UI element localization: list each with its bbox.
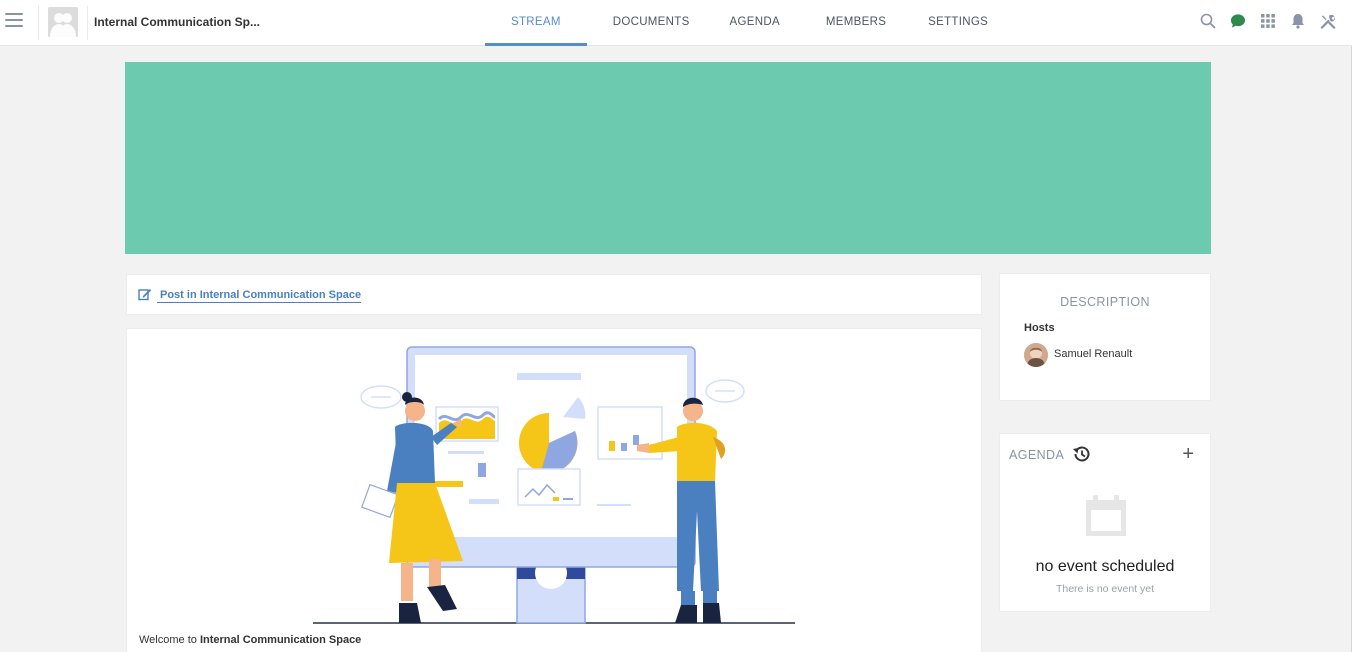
top-icons xyxy=(1200,12,1336,30)
tab-stream[interactable]: STREAM xyxy=(485,0,587,46)
no-event-title: no event scheduled xyxy=(1035,558,1175,575)
welcome-illustration xyxy=(305,341,805,636)
hosts-label: Hosts xyxy=(1024,322,1055,334)
welcome-activity: Welcome to Internal Communication Space xyxy=(126,328,982,652)
tab-agenda[interactable]: AGENDA xyxy=(716,0,826,46)
description-card: DESCRIPTION Hosts Samuel Renault xyxy=(999,273,1211,401)
search-icon[interactable] xyxy=(1200,12,1216,30)
host-avatar[interactable] xyxy=(1024,343,1048,367)
edit-pencil-icon xyxy=(138,287,152,306)
divider xyxy=(38,6,39,40)
space-avatar[interactable] xyxy=(48,7,78,37)
calendar-icon xyxy=(1084,494,1128,543)
welcome-text: Welcome to Internal Communication Space xyxy=(139,634,362,646)
no-event-subtitle: There is no event yet xyxy=(1055,583,1155,595)
agenda-card: AGENDA + no event scheduled There is no … xyxy=(999,433,1211,612)
admin-tools-icon[interactable] xyxy=(1320,12,1336,30)
welcome-space-name[interactable]: Internal Communication Space xyxy=(200,634,361,646)
description-title: DESCRIPTION xyxy=(1060,295,1150,309)
divider xyxy=(87,6,88,40)
agenda-title: AGENDA xyxy=(1009,448,1065,462)
space-title[interactable]: Internal Communication Sp... xyxy=(94,15,260,29)
post-in-space-link[interactable]: Post in Internal Communication Space xyxy=(157,289,362,303)
history-icon[interactable] xyxy=(1071,444,1091,469)
space-banner xyxy=(125,62,1211,254)
tab-documents[interactable]: DOCUMENTS xyxy=(587,0,716,46)
tab-settings[interactable]: SETTINGS xyxy=(908,0,988,46)
add-event-plus-icon[interactable]: + xyxy=(1182,444,1194,464)
space-tabs: STREAM DOCUMENTS AGENDA MEMBERS SETTINGS xyxy=(485,0,988,46)
tab-members[interactable]: MEMBERS xyxy=(826,0,908,46)
host-name[interactable]: Samuel Renault xyxy=(1054,348,1132,360)
apps-grid-icon[interactable] xyxy=(1260,12,1276,30)
hamburger-menu-icon[interactable] xyxy=(5,13,23,29)
activity-composer: Post in Internal Communication Space xyxy=(126,274,982,315)
top-bar: Internal Communication Sp... STREAM DOCU… xyxy=(0,0,1352,46)
notifications-bell-icon[interactable] xyxy=(1290,12,1306,30)
chat-icon[interactable] xyxy=(1230,12,1246,30)
